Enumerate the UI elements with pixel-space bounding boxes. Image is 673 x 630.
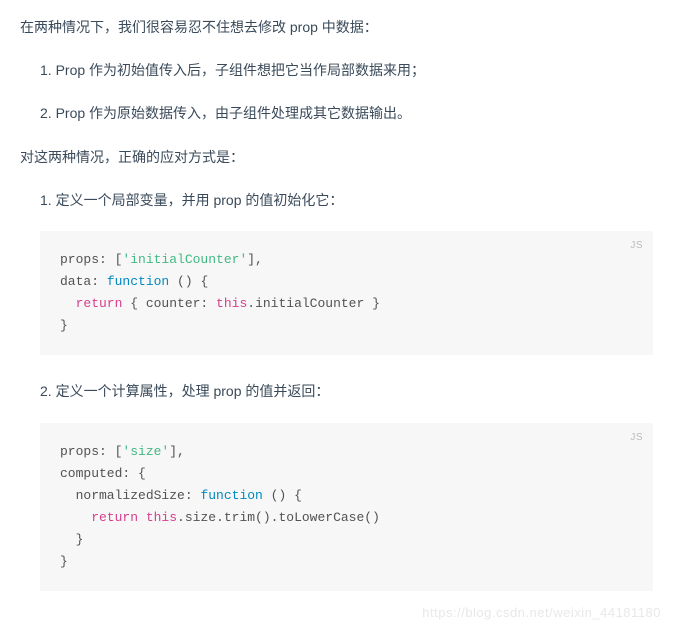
solution-1-label: 1. 定义一个局部变量，并用 prop 的值初始化它：: [40, 188, 653, 213]
code-content-1: props: ['initialCounter'], data: functio…: [60, 249, 633, 337]
solution-2-label: 2. 定义一个计算属性，处理 prop 的值并返回：: [40, 379, 653, 404]
solutions-intro: 对这两种情况，正确的应对方式是：: [20, 145, 653, 170]
code-content-2: props: ['size'], computed: { normalizedS…: [60, 441, 633, 574]
code-block-1: JS props: ['initialCounter'], data: func…: [40, 231, 653, 355]
code-lang-badge: JS: [630, 237, 643, 254]
watermark: https://blog.csdn.net/weixin_44181180: [422, 601, 661, 624]
case-item-2: 2. Prop 作为原始数据传入，由子组件处理成其它数据输出。: [40, 101, 653, 126]
code-block-2: JS props: ['size'], computed: { normaliz…: [40, 423, 653, 592]
intro-paragraph: 在两种情况下，我们很容易忍不住想去修改 prop 中数据：: [20, 15, 653, 40]
case-item-1: 1. Prop 作为初始值传入后，子组件想把它当作局部数据来用；: [40, 58, 653, 83]
code-lang-badge: JS: [630, 429, 643, 446]
